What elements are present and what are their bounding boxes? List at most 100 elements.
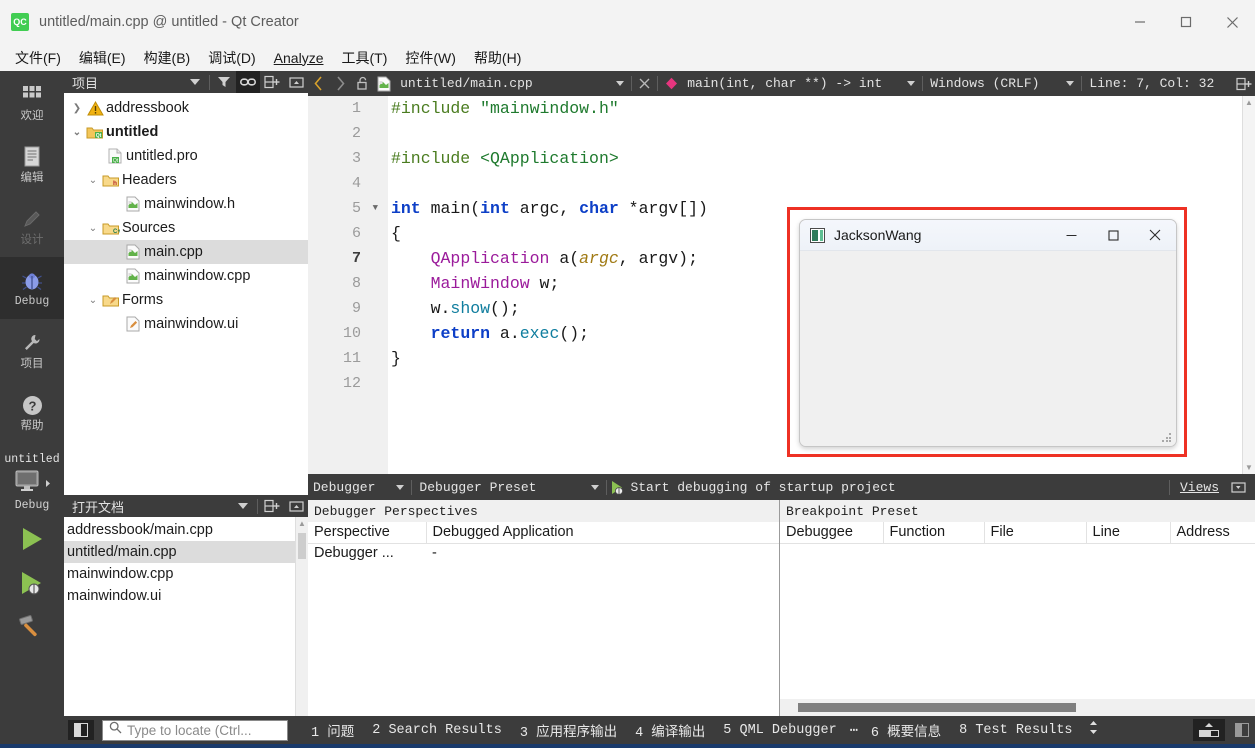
sidebar-toggle-icon[interactable] [1229, 719, 1255, 741]
chevron-down-icon[interactable]: ⌄ [70, 127, 84, 138]
output-pane-test-results[interactable]: 8 Test Results [950, 723, 1081, 738]
code-line[interactable] [388, 171, 1255, 196]
build-button[interactable] [17, 614, 47, 645]
sidebar-item-design[interactable]: 设计 [0, 195, 64, 257]
menu-build[interactable]: 构建(B) [135, 45, 200, 71]
tree-item-mainwindow-cpp[interactable]: mainwindow.cpp [64, 264, 308, 288]
menu-edit[interactable]: 编辑(E) [70, 45, 135, 71]
up-down-arrows-icon[interactable] [1082, 720, 1105, 740]
kit-selector[interactable]: untitled Debug [0, 453, 64, 512]
sidebar-toggle-icon[interactable] [68, 720, 94, 740]
menu-tools[interactable]: 工具(T) [332, 45, 396, 71]
link-icon[interactable] [236, 71, 260, 93]
close-icon[interactable] [1134, 220, 1176, 251]
list-item[interactable]: mainwindow.cpp [64, 563, 308, 585]
tree-item-forms[interactable]: ⌄ Forms [64, 288, 308, 312]
breakpoint-horizontal-scrollbar[interactable] [780, 699, 1255, 716]
tree-item-addressbook[interactable]: ❯ addressbook [64, 96, 308, 120]
tree-item-mainwindow-ui[interactable]: mainwindow.ui [64, 312, 308, 336]
split-add-icon[interactable] [260, 495, 284, 517]
maximize-icon[interactable] [1163, 0, 1209, 44]
project-panel-dropdown-icon[interactable] [183, 71, 207, 93]
minimize-icon[interactable] [1050, 220, 1092, 251]
code-line[interactable] [388, 121, 1255, 146]
column-header-address[interactable]: Address [1170, 522, 1255, 544]
menu-analyze[interactable]: Analyze [265, 47, 333, 69]
views-menu-label[interactable]: Views [1172, 480, 1227, 495]
menu-widgets[interactable]: 控件(W) [396, 45, 465, 71]
chevron-left-icon[interactable] [308, 71, 330, 96]
scrollbar-thumb[interactable] [798, 703, 1076, 712]
output-pane-more-icon[interactable]: ⋯ [846, 722, 862, 739]
list-item[interactable]: addressbook/main.cpp [64, 519, 308, 541]
menu-help[interactable]: 帮助(H) [465, 45, 530, 71]
start-debugging-label[interactable]: Start debugging of startup project [627, 480, 895, 495]
output-pane-issues[interactable]: 1 问题 [302, 720, 363, 741]
scroll-down-icon[interactable]: ▼ [1243, 461, 1255, 474]
chevron-down-icon[interactable]: ⌄ [86, 223, 100, 234]
minimize-panel-icon[interactable] [284, 71, 308, 93]
tree-item-sources[interactable]: ⌄ C+ Sources [64, 216, 308, 240]
chevron-down-icon[interactable] [591, 484, 600, 490]
search-input[interactable]: Type to locate (Ctrl... [102, 719, 288, 741]
sidebar-item-help[interactable]: ? 帮助 [0, 381, 64, 443]
running-app-window[interactable]: JacksonWang [799, 219, 1177, 447]
chevron-down-icon[interactable] [1066, 81, 1075, 86]
open-documents-scrollbar[interactable]: ▲ ▼ [295, 517, 308, 731]
split-add-icon[interactable] [1233, 71, 1255, 96]
output-pane-qml-debugger[interactable]: 5 QML Debugger [714, 723, 845, 738]
output-pane-compile-output[interactable]: 4 编译输出 [626, 720, 714, 741]
debugger-preset-selector[interactable]: Debugger Preset [414, 480, 604, 495]
filter-icon[interactable] [212, 71, 236, 93]
chevron-down-icon[interactable]: ⌄ [86, 295, 100, 306]
editor-scrollbar[interactable]: ▲ ▼ [1242, 96, 1255, 474]
open-documents-list[interactable]: addressbook/main.cpp untitled/main.cpp m… [64, 517, 308, 731]
column-header-function[interactable]: Function [883, 522, 985, 544]
output-pane-application-output[interactable]: 3 应用程序输出 [511, 720, 626, 741]
editor-file-selector[interactable]: untitled/main.cpp [395, 76, 629, 91]
output-pane-summary[interactable]: 6 概要信息 [862, 720, 950, 741]
progress-bar-icon[interactable] [1193, 719, 1225, 741]
sidebar-item-edit[interactable]: 编辑 [0, 133, 64, 195]
chevron-down-icon[interactable] [615, 81, 624, 86]
sidebar-item-welcome[interactable]: 欢迎 [0, 71, 64, 133]
run-button[interactable] [17, 526, 47, 557]
project-tree[interactable]: ❯ addressbook ⌄ Qt untitled Qt untitled.… [64, 93, 308, 495]
scroll-up-icon[interactable]: ▲ [296, 517, 308, 530]
chevron-down-icon[interactable] [396, 484, 405, 490]
code-line[interactable]: #include "mainwindow.h" [388, 96, 1255, 121]
debugger-perspectives-table[interactable]: Perspective Debugged Application Debugge… [308, 522, 779, 563]
list-item[interactable]: untitled/main.cpp [64, 541, 308, 563]
code-line[interactable]: #include <QApplication> [388, 146, 1255, 171]
maximize-icon[interactable] [1092, 220, 1134, 251]
column-header-line[interactable]: Line [1086, 522, 1171, 544]
tree-item-mainwindow-h[interactable]: mainwindow.h [64, 192, 308, 216]
list-item[interactable]: mainwindow.ui [64, 585, 308, 607]
tree-item-main-cpp[interactable]: main.cpp [64, 240, 308, 264]
sidebar-item-debug[interactable]: Debug [0, 257, 64, 319]
panel-icon[interactable] [1227, 475, 1249, 500]
column-header-file[interactable]: File [984, 522, 1087, 544]
unlocked-icon[interactable] [352, 71, 374, 96]
tree-item-headers[interactable]: ⌄ h Headers [64, 168, 308, 192]
column-header-debuggee[interactable]: Debuggee [780, 522, 884, 544]
menu-file[interactable]: 文件(F) [6, 45, 70, 71]
debugger-perspective-selector[interactable]: Debugger [308, 480, 409, 495]
sidebar-item-projects[interactable]: 项目 [0, 319, 64, 381]
fold-marker-icon[interactable]: ▼ [373, 196, 378, 221]
editor-symbol-selector[interactable]: main(int, char **) -> int [682, 76, 920, 91]
chevron-right-icon[interactable]: ❯ [70, 103, 84, 114]
breakpoint-table[interactable]: Debuggee Function File Line Address [780, 522, 1255, 544]
chevron-down-icon[interactable]: ⌄ [86, 175, 100, 186]
split-add-icon[interactable] [260, 71, 284, 93]
menu-debug[interactable]: 调试(D) [199, 45, 264, 71]
open-documents-dropdown-icon[interactable] [231, 495, 255, 517]
scroll-up-icon[interactable]: ▲ [1243, 96, 1255, 109]
column-header-perspective[interactable]: Perspective [308, 522, 427, 544]
resize-grip-icon[interactable] [1162, 433, 1172, 443]
line-ending-selector[interactable]: Windows (CRLF) [925, 76, 1079, 91]
tree-item-untitled-pro[interactable]: Qt untitled.pro [64, 144, 308, 168]
close-icon[interactable] [1209, 0, 1255, 44]
minimize-icon[interactable] [1117, 0, 1163, 44]
chevron-right-icon[interactable] [330, 71, 352, 96]
